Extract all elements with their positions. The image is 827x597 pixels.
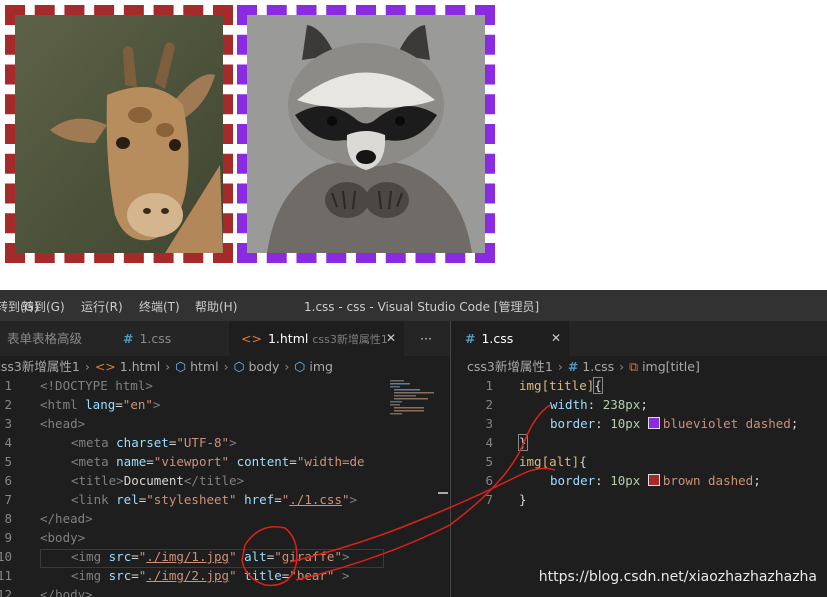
css-editor[interactable]: 1 2 3 4 5 6 7 img[title]{ width: 238px; …: [451, 377, 827, 597]
line-number: 5: [4, 454, 12, 469]
close-icon[interactable]: ✕: [386, 321, 396, 356]
line-number: 12: [0, 587, 12, 597]
line-number: 6: [4, 473, 12, 488]
browser-preview: [0, 0, 827, 290]
code-line: </body>: [40, 587, 93, 597]
menu-run[interactable]: 运行(R): [81, 298, 123, 315]
code-line: <img src="./img/1.jpg" alt="giraffe">: [71, 549, 350, 564]
line-number: 6: [485, 473, 493, 488]
code-line: <html lang="en">: [40, 397, 161, 412]
html-file-icon: <>: [241, 331, 262, 346]
breadcrumb-right: css3新增属性1 › #1.css › ⧉ img[title]: [467, 359, 700, 374]
line-number: 1: [4, 378, 12, 393]
raccoon-image: [237, 5, 495, 263]
close-icon[interactable]: ✕: [551, 321, 561, 356]
tab-label: 1.css: [139, 331, 172, 346]
menu-help[interactable]: 帮助(H): [195, 298, 237, 315]
breadcrumb-img[interactable]: img: [309, 359, 333, 374]
element-icon: ⬡: [175, 359, 187, 374]
code-line: border: 10px brown dashed;: [550, 473, 761, 488]
css-file-icon: #: [123, 331, 134, 346]
menu-terminal[interactable]: 终端(T): [139, 298, 180, 315]
window-title: 1.css - css - Visual Studio Code [管理员]: [304, 300, 540, 314]
tab-1-html[interactable]: <> 1.html css3新增属性1 ✕: [229, 321, 404, 356]
giraffe-image: [5, 5, 233, 263]
css-file-icon: #: [465, 331, 476, 346]
breadcrumb-folder[interactable]: css3新增属性1: [0, 359, 80, 374]
line-number: 4: [485, 435, 493, 450]
code-line: <img src="./img/2.jpg" title="bear" >: [71, 568, 350, 583]
tab-label: 表单表格高级: [7, 331, 83, 346]
right-tab-bar: #1.css ✕: [451, 321, 827, 356]
line-number: 11: [0, 568, 12, 583]
line-number: 5: [485, 454, 493, 469]
giraffe-photo: [15, 15, 223, 253]
code-line: width: 238px;: [550, 397, 648, 412]
color-swatch-blueviolet[interactable]: [647, 417, 660, 429]
element-icon: ⬡: [233, 359, 245, 374]
tab-label: 1.css: [481, 331, 514, 346]
css-file-icon: #: [567, 359, 579, 374]
code-line: <body>: [40, 530, 86, 545]
line-number: 7: [485, 492, 493, 507]
code-line: <!DOCTYPE html>: [40, 378, 153, 393]
image-link[interactable]: ./img/1.jpg: [146, 549, 229, 564]
line-number: 3: [4, 416, 12, 431]
breadcrumb-body[interactable]: body: [249, 359, 280, 374]
html-editor[interactable]: 1 2 3 4 5 6 7 8 9 10 11 12 <!DOCTYPE htm…: [0, 378, 384, 597]
code-line: img[alt]{: [519, 454, 587, 469]
breadcrumb-selector[interactable]: img[title]: [642, 359, 700, 374]
html-file-icon: <>: [94, 359, 116, 374]
image-link[interactable]: ./img/2.jpg: [146, 568, 229, 583]
minimap[interactable]: [384, 378, 450, 597]
title-bar: 转到(G) 转到(G) 运行(R) 终端(T) 帮助(H) 1.css - cs…: [0, 290, 827, 321]
breadcrumb-left: css3新增属性1 › <> 1.html › ⬡ html › ⬡ body › ⬡ img: [0, 356, 333, 378]
line-number: 4: [4, 435, 12, 450]
line-number: 7: [4, 492, 12, 507]
tab-forms-tables[interactable]: 表单表格高级: [0, 321, 105, 356]
code-line: }: [518, 434, 528, 451]
selector-icon: ⧉: [629, 359, 639, 374]
raccoon-photo: [247, 15, 485, 253]
watermark: https://blog.csdn.net/xiaozhazhazhazha: [538, 569, 817, 585]
color-swatch-brown[interactable]: [647, 474, 660, 486]
tab-description: css3新增属性1: [312, 333, 388, 346]
breadcrumb-folder[interactable]: css3新增属性1: [467, 359, 553, 374]
stylesheet-link[interactable]: ./1.css: [289, 492, 342, 507]
code-line: }: [519, 492, 527, 507]
line-number: 9: [4, 530, 12, 545]
breadcrumb-file[interactable]: 1.css: [582, 359, 614, 374]
line-number: 2: [4, 397, 12, 412]
code-line: img[title]{: [519, 377, 603, 394]
tab-label: 1.html: [267, 331, 309, 346]
vscode-window: 转到(G) 转到(G) 运行(R) 终端(T) 帮助(H) 1.css - cs…: [0, 290, 827, 597]
code-line: <meta name="viewport" content="width=de: [71, 454, 365, 469]
line-number: 1: [485, 378, 493, 393]
line-number: 3: [485, 416, 493, 431]
tab-1-css[interactable]: #1.css: [107, 321, 227, 356]
menu-goto-label[interactable]: 转到(G): [22, 298, 65, 315]
breadcrumb-file[interactable]: 1.html: [120, 359, 160, 374]
breadcrumb-html[interactable]: html: [190, 359, 218, 374]
line-number: 2: [485, 397, 493, 412]
line-number: 8: [4, 511, 12, 526]
tab-1-css-right[interactable]: #1.css ✕: [451, 321, 569, 356]
code-line: <link rel="stylesheet" href="./1.css">: [71, 492, 358, 507]
code-line: <head>: [40, 416, 86, 431]
more-actions-button[interactable]: ···: [406, 321, 446, 356]
left-tab-bar: 表单表格高级 #1.css <> 1.html css3新增属性1 ✕ ···: [0, 321, 450, 356]
code-line: <meta charset="UTF-8">: [71, 435, 237, 450]
element-icon: ⬡: [294, 359, 306, 374]
code-line: </head>: [40, 511, 93, 526]
code-line: <title>Document</title>: [71, 473, 245, 488]
line-number: 10: [0, 549, 12, 564]
minimap-preview: [390, 380, 448, 494]
code-line: border: 10px blueviolet dashed;: [550, 416, 799, 431]
